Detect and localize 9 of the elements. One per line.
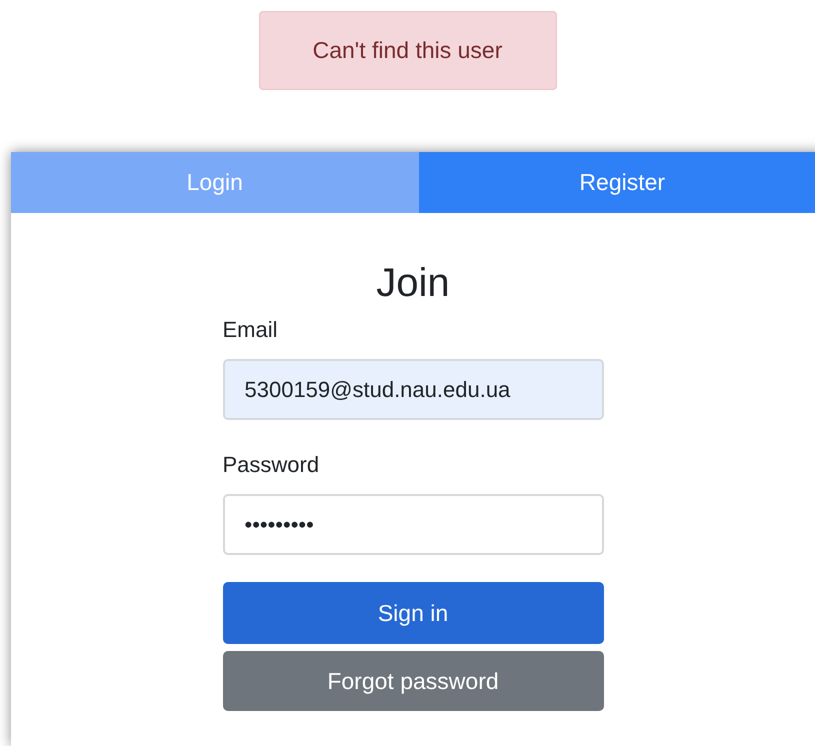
sign-in-button[interactable]: Sign in	[222, 582, 604, 644]
field-label: Email	[222, 317, 278, 343]
input-field[interactable]: •••••••••	[222, 494, 604, 555]
field-label: Password	[222, 452, 320, 478]
form-title: Join	[376, 260, 450, 307]
input-field[interactable]: 5300159@stud.nau.edu.ua	[222, 359, 604, 420]
error-alert: Can't find this user	[258, 11, 556, 90]
tab[interactable]: Register	[418, 152, 815, 213]
forgot-password-button[interactable]: Forgot password	[222, 651, 604, 711]
